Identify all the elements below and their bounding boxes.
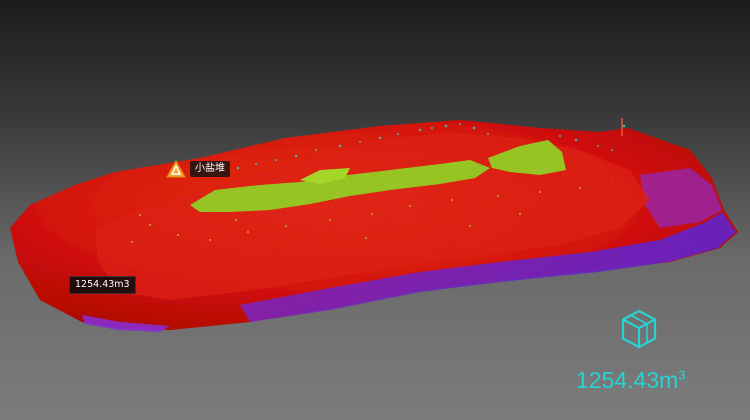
volume-number: 1254.43m xyxy=(576,367,679,393)
volume-unit-exponent: 3 xyxy=(678,367,686,383)
point-cloud-viewport[interactable]: 小盐堆 1254.43m3 1254.43m3 xyxy=(0,0,750,420)
volume-tag: 1254.43m3 xyxy=(69,276,136,294)
warning-triangle-icon xyxy=(166,160,186,178)
cube-volume-icon xyxy=(621,309,657,349)
volume-readout-panel: 1254.43m3 xyxy=(560,305,730,405)
volume-value: 1254.43m3 xyxy=(576,366,686,394)
pile-name-label: 小盐堆 xyxy=(190,161,230,177)
pile-marker[interactable]: 小盐堆 xyxy=(166,160,230,178)
